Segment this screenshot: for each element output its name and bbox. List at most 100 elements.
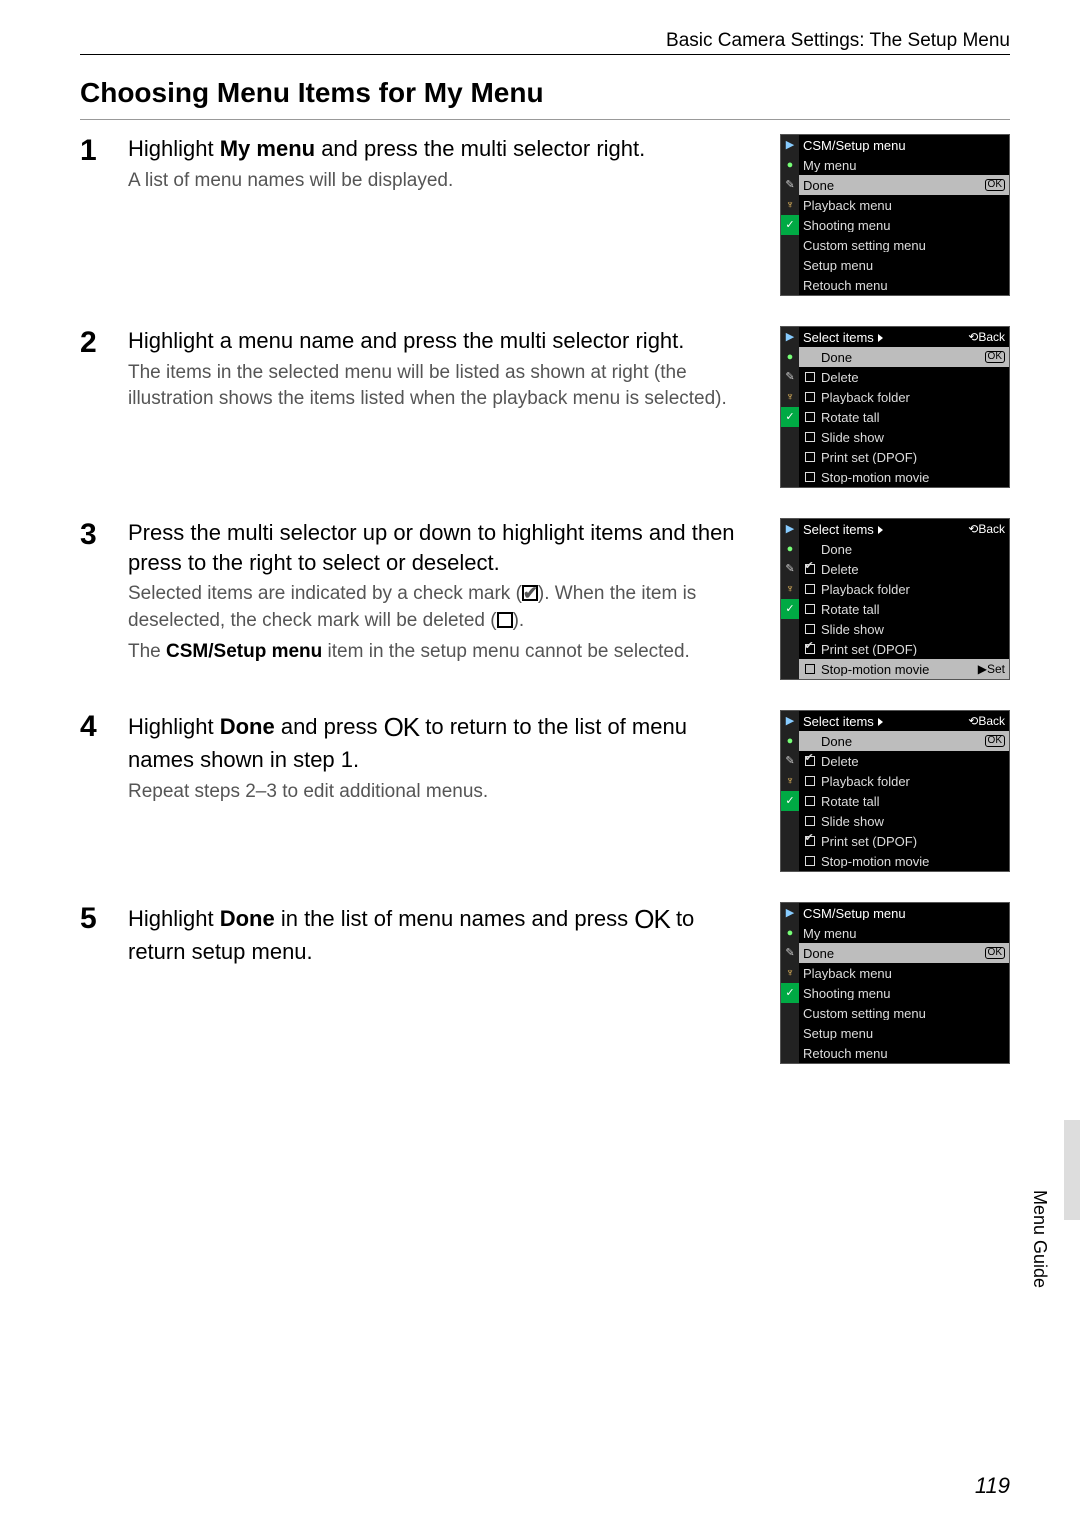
text: Highlight bbox=[128, 136, 220, 161]
ok-icon: OK bbox=[985, 735, 1005, 747]
lcd-row: Retouch menu bbox=[799, 1043, 1009, 1063]
step-number: 2 bbox=[80, 326, 110, 488]
setup-icon: ♆ bbox=[781, 963, 799, 983]
step-3: 3 Press the multi selector up or down to… bbox=[80, 518, 1010, 680]
pencil-icon: ✎ bbox=[781, 943, 799, 963]
playback-icon: ▶ bbox=[781, 327, 799, 347]
back-label: ⟲Back bbox=[968, 523, 1005, 535]
shooting-icon: ● bbox=[781, 155, 799, 175]
checkbox-checked-icon bbox=[522, 585, 538, 601]
lcd-row: Playback folder bbox=[799, 579, 1009, 599]
lcd-row: My menu bbox=[799, 155, 1009, 175]
lcd-row: Rotate tall bbox=[799, 791, 1009, 811]
pencil-icon: ✎ bbox=[781, 559, 799, 579]
section-title: Choosing Menu Items for My Menu bbox=[80, 77, 1010, 109]
lcd-title: Select items ⟲Back bbox=[799, 327, 1009, 347]
step-note: A list of menu names will be displayed. bbox=[128, 168, 746, 195]
lcd-row: Custom setting menu bbox=[799, 235, 1009, 255]
camera-lcd: ▶ ● ✎ ♆ ✓ Select items ⟲Back DoneOK Dele… bbox=[780, 326, 1010, 488]
setup-icon: ♆ bbox=[781, 195, 799, 215]
retouch-icon: ✓ bbox=[781, 407, 799, 427]
ok-icon: OK bbox=[985, 179, 1005, 191]
step-1: 1 Highlight My menu and press the multi … bbox=[80, 134, 1010, 296]
thumb-tab bbox=[1064, 1120, 1080, 1220]
ok-icon: OK bbox=[985, 351, 1005, 363]
lcd-title: CSM/Setup menu bbox=[799, 135, 1009, 155]
camera-lcd: ▶ ● ✎ ♆ ✓ CSM/Setup menu My menu DoneOK … bbox=[780, 134, 1010, 296]
shooting-icon: ● bbox=[781, 347, 799, 367]
retouch-icon: ✓ bbox=[781, 599, 799, 619]
retouch-icon: ✓ bbox=[781, 791, 799, 811]
step-note: Repeat steps 2–3 to edit additional menu… bbox=[128, 779, 746, 806]
lcd-row: Rotate tall bbox=[799, 407, 1009, 427]
pencil-icon: ✎ bbox=[781, 751, 799, 771]
shooting-icon: ● bbox=[781, 539, 799, 559]
lcd-row: Print set (DPOF) bbox=[799, 639, 1009, 659]
lcd-row: Setup menu bbox=[799, 255, 1009, 275]
lcd-title: CSM/Setup menu bbox=[799, 903, 1009, 923]
side-label: Menu Guide bbox=[1029, 1190, 1050, 1288]
shooting-icon: ● bbox=[781, 923, 799, 943]
text: and press the multi selector right. bbox=[315, 136, 645, 161]
lcd-row: Playback folder bbox=[799, 387, 1009, 407]
step-5: 5 Highlight Done in the list of menu nam… bbox=[80, 902, 1010, 1064]
lcd-row: Custom setting menu bbox=[799, 1003, 1009, 1023]
step-2: 2 Highlight a menu name and press the mu… bbox=[80, 326, 1010, 488]
play-icon bbox=[878, 334, 883, 342]
lcd-row: Slide show bbox=[799, 427, 1009, 447]
pencil-icon: ✎ bbox=[781, 175, 799, 195]
step-main: Highlight Done in the list of menu names… bbox=[128, 902, 746, 967]
lcd-row: DoneOK bbox=[799, 175, 1009, 195]
camera-lcd: ▶ ● ✎ ♆ ✓ Select items ⟲Back Done Delete… bbox=[780, 518, 1010, 680]
lcd-row: Shooting menu bbox=[799, 983, 1009, 1003]
lcd-title: Select items ⟲Back bbox=[799, 519, 1009, 539]
lcd-row: Delete bbox=[799, 367, 1009, 387]
setup-icon: ♆ bbox=[781, 387, 799, 407]
pencil-icon: ✎ bbox=[781, 367, 799, 387]
ok-glyph: OK bbox=[634, 904, 670, 934]
lcd-row: Playback folder bbox=[799, 771, 1009, 791]
lcd-title: Select items ⟲Back bbox=[799, 711, 1009, 731]
lcd-row: DoneOK bbox=[799, 943, 1009, 963]
lcd-row: Stop-motion movie bbox=[799, 851, 1009, 871]
camera-lcd: ▶ ● ✎ ♆ ✓ Select items ⟲Back DoneOK Dele… bbox=[780, 710, 1010, 872]
set-label: ▶Set bbox=[978, 663, 1005, 675]
back-label: ⟲Back bbox=[968, 715, 1005, 727]
lcd-row: DoneOK bbox=[799, 731, 1009, 751]
camera-lcd: ▶ ● ✎ ♆ ✓ CSM/Setup menu My menu DoneOK … bbox=[780, 902, 1010, 1064]
lcd-row: Slide show bbox=[799, 811, 1009, 831]
running-header: Basic Camera Settings: The Setup Menu bbox=[80, 30, 1010, 55]
step-number: 3 bbox=[80, 518, 110, 680]
lcd-row: Delete bbox=[799, 751, 1009, 771]
lcd-row: Shooting menu bbox=[799, 215, 1009, 235]
lcd-row: Print set (DPOF) bbox=[799, 447, 1009, 467]
lcd-row: Slide show bbox=[799, 619, 1009, 639]
lcd-row: Rotate tall bbox=[799, 599, 1009, 619]
retouch-icon: ✓ bbox=[781, 215, 799, 235]
play-icon bbox=[878, 526, 883, 534]
setup-icon: ♆ bbox=[781, 771, 799, 791]
step-4: 4 Highlight Done and press OK to return … bbox=[80, 710, 1010, 872]
step-main: Highlight a menu name and press the mult… bbox=[128, 326, 746, 356]
playback-icon: ▶ bbox=[781, 135, 799, 155]
lcd-row: Stop-motion movie▶Set bbox=[799, 659, 1009, 679]
rule bbox=[80, 119, 1010, 120]
lcd-row: Playback menu bbox=[799, 963, 1009, 983]
step-number: 5 bbox=[80, 902, 110, 1064]
step-note: The CSM/Setup menu item in the setup men… bbox=[128, 639, 746, 666]
playback-icon: ▶ bbox=[781, 903, 799, 923]
page-number: 119 bbox=[975, 1473, 1010, 1499]
step-note: The items in the selected menu will be l… bbox=[128, 360, 746, 413]
setup-icon: ♆ bbox=[781, 579, 799, 599]
step-main: Highlight My menu and press the multi se… bbox=[128, 134, 746, 164]
step-number: 4 bbox=[80, 710, 110, 872]
playback-icon: ▶ bbox=[781, 711, 799, 731]
lcd-row: Playback menu bbox=[799, 195, 1009, 215]
step-main: Highlight Done and press OK to return to… bbox=[128, 710, 746, 775]
lcd-row: Delete bbox=[799, 559, 1009, 579]
lcd-row: Done bbox=[799, 539, 1009, 559]
ok-glyph: OK bbox=[384, 712, 420, 742]
shooting-icon: ● bbox=[781, 731, 799, 751]
lcd-row: Print set (DPOF) bbox=[799, 831, 1009, 851]
lcd-row: Retouch menu bbox=[799, 275, 1009, 295]
